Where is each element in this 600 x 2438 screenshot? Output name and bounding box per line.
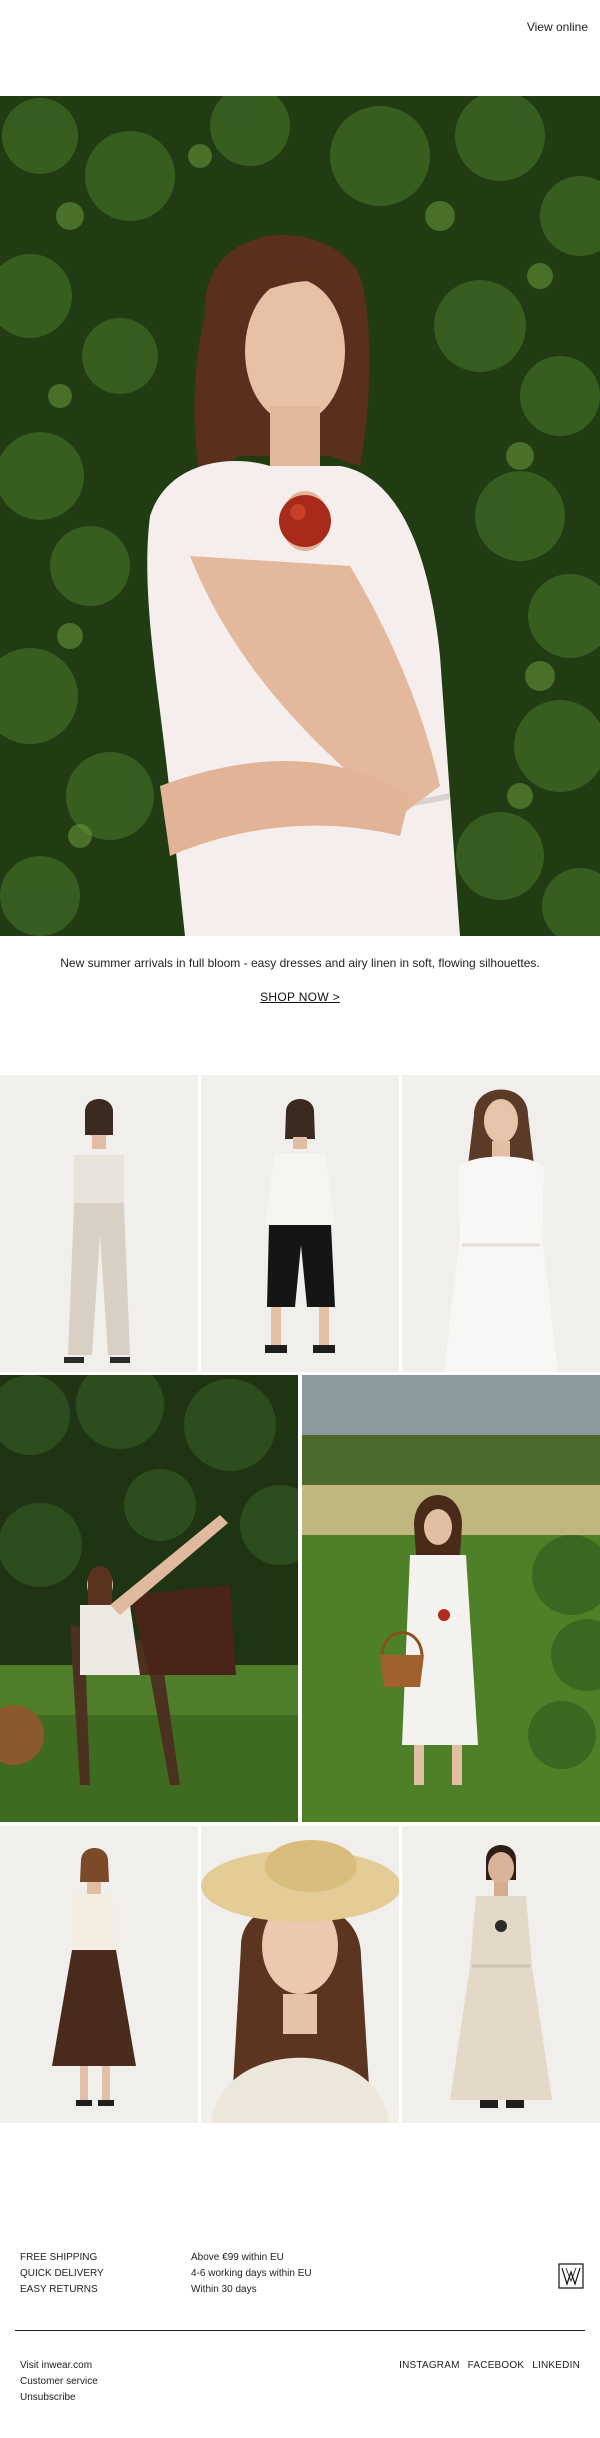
lifestyle-tile-basket[interactable] xyxy=(302,1375,600,1822)
perk-quick-delivery: QUICK DELIVERY xyxy=(20,2268,104,2279)
lifestyle-tile-chair[interactable] xyxy=(0,1375,298,1822)
footer-divider xyxy=(15,2330,585,2331)
brand-logo[interactable] xyxy=(558,2263,584,2289)
footer-perk-details: Above €99 within EU 4-6 working days wit… xyxy=(191,2250,312,2298)
email-top-bar: View online xyxy=(0,0,600,96)
linkedin-link[interactable]: LINKEDIN xyxy=(532,2358,580,2374)
product-tile-white-dress[interactable] xyxy=(402,1075,600,1372)
product-tile-jumpsuit[interactable] xyxy=(0,1075,198,1372)
intro-tagline: New summer arrivals in full bloom - easy… xyxy=(60,956,540,970)
unsubscribe-link[interactable]: Unsubscribe xyxy=(20,2390,98,2406)
footer-links: Visit inwear.com Customer service Unsubs… xyxy=(20,2358,98,2406)
hero-image[interactable] xyxy=(0,96,600,936)
facebook-link[interactable]: FACEBOOK xyxy=(468,2358,525,2374)
customer-service-link[interactable]: Customer service xyxy=(20,2374,98,2390)
shop-now-button[interactable]: SHOP NOW > xyxy=(0,990,600,1004)
product-tile-straw-hat[interactable] xyxy=(201,1826,399,2123)
perk-easy-returns: EASY RETURNS xyxy=(20,2284,98,2295)
visit-site-link[interactable]: Visit inwear.com xyxy=(20,2358,98,2374)
product-tile-brown-skirt[interactable] xyxy=(0,1826,198,2123)
footer-perks: FREE SHIPPING QUICK DELIVERY EASY RETURN… xyxy=(20,2250,104,2298)
instagram-link[interactable]: INSTAGRAM xyxy=(399,2358,460,2374)
perk-detail-delivery: 4-6 working days within EU xyxy=(191,2268,312,2279)
perk-detail-returns: Within 30 days xyxy=(191,2284,257,2295)
view-online-link[interactable]: View online xyxy=(527,20,588,34)
product-tile-linen-dress[interactable] xyxy=(402,1826,600,2123)
perk-free-shipping: FREE SHIPPING xyxy=(20,2252,98,2263)
social-links: INSTAGRAM FACEBOOK LINKEDIN xyxy=(399,2358,580,2374)
perk-detail-shipping: Above €99 within EU xyxy=(191,2252,284,2263)
product-tile-top-culottes[interactable] xyxy=(201,1075,399,1372)
